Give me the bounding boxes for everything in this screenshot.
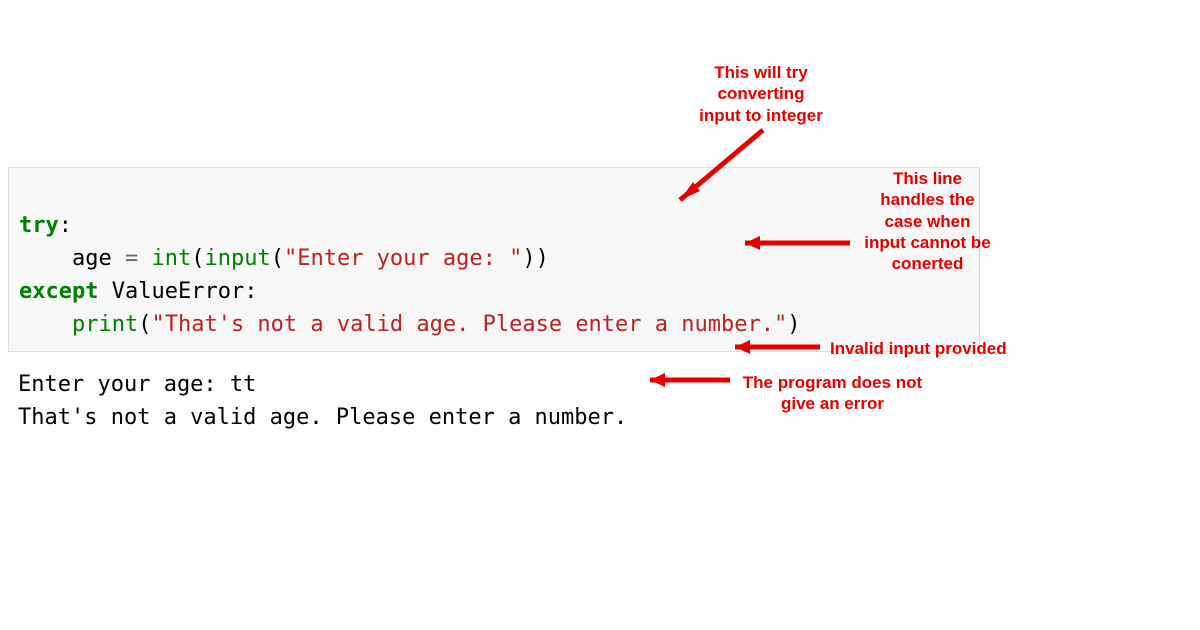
fn-input: input [204,246,270,271]
fn-int: int [151,246,191,271]
keyword-try: try [19,213,59,238]
output-line-1: Enter your age: tt [18,372,256,397]
rparen: ) [536,246,549,271]
colon: : [59,213,72,238]
annotation-no-error: The program does notgive an error [735,372,930,415]
indent2 [19,312,72,337]
op-eq: = [112,246,152,271]
space [98,279,111,304]
var-age: age [72,246,112,271]
annotation-handles: This linehandles thecase wheninput canno… [855,168,1000,274]
keyword-except: except [19,279,98,304]
rparen3: ) [787,312,800,337]
exception-valueerror: ValueError [112,279,244,304]
code-block: try: age = int(input("Enter your age: ")… [8,167,980,352]
indent [19,246,72,271]
output-line-2: That's not a valid age. Please enter a n… [18,405,627,430]
lparen: ( [191,246,204,271]
annotation-try-convert: This will tryconvertinginput to integer [676,62,846,126]
string-prompt: "Enter your age: " [284,246,522,271]
fn-print: print [72,312,138,337]
lparen3: ( [138,312,151,337]
string-error-msg: "That's not a valid age. Please enter a … [151,312,787,337]
rparen2: ) [522,246,535,271]
annotation-invalid-input: Invalid input provided [830,338,1007,359]
output-block: Enter your age: tt That's not a valid ag… [18,335,627,434]
lparen2: ( [271,246,284,271]
colon2: : [244,279,257,304]
